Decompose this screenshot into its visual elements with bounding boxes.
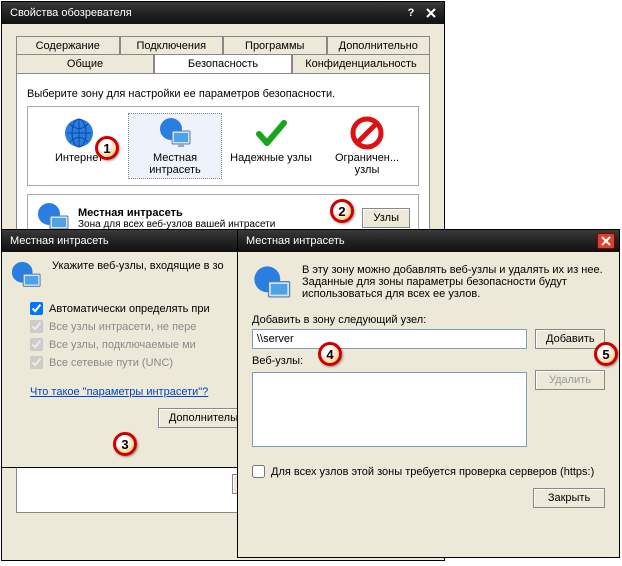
zone-trusted[interactable]: Надежные узлы (224, 113, 318, 179)
sites-list-label: Веб-узлы: (252, 355, 605, 367)
site-input[interactable] (252, 329, 527, 349)
zone-title: Местная интрасеть (78, 207, 354, 219)
close-icon[interactable] (422, 5, 440, 21)
sites-button[interactable]: Узлы (362, 208, 410, 228)
callout-3: 3 (113, 432, 137, 456)
globe-icon (62, 116, 96, 150)
checkmark-icon (254, 116, 288, 150)
callout-4: 4 (318, 342, 342, 366)
callout-5: 5 (594, 342, 618, 366)
window-title: Местная интрасеть (242, 235, 595, 247)
globe-monitor-icon (158, 116, 192, 150)
globe-monitor-icon (10, 260, 42, 292)
zone-restricted[interactable]: Ограничен... узлы (320, 113, 414, 179)
prohibited-icon (350, 116, 384, 150)
zone-select-label: Выберите зону для настройки ее параметро… (27, 88, 419, 100)
tab-connections[interactable]: Подключения (120, 36, 224, 55)
window-title: Свойства обозревателя (6, 7, 400, 19)
help-link[interactable]: Что такое "параметры интрасети"? (30, 386, 208, 398)
tab-content[interactable]: Содержание (16, 36, 120, 55)
tab-programs[interactable]: Программы (223, 36, 327, 55)
callout-2: 2 (330, 199, 354, 223)
zone-local-intranet[interactable]: Местная интрасеть (128, 113, 222, 179)
sites-listbox[interactable] (252, 372, 527, 447)
globe-monitor-icon (252, 264, 292, 304)
tab-general[interactable]: Общие (16, 54, 154, 73)
tab-privacy[interactable]: Конфиденциальность (292, 54, 430, 73)
intro-text: Укажите веб-узлы, входящие в зо (52, 260, 224, 292)
titlebar: Свойства обозревателя ? (2, 2, 444, 24)
remove-button[interactable]: Удалить (535, 370, 605, 390)
intro-text: В эту зону можно добавлять веб-узлы и уд… (302, 264, 605, 304)
close-icon[interactable] (597, 233, 615, 249)
https-required-checkbox[interactable]: Для всех узлов этой зоны требуется прове… (252, 465, 605, 478)
help-icon[interactable]: ? (402, 5, 420, 21)
zone-desc: Зона для всех веб-узлов вашей интрасети (78, 219, 354, 230)
tab-advanced[interactable]: Дополнительно (327, 36, 431, 55)
add-site-dialog: Местная интрасеть В эту зону можно добав… (237, 229, 620, 558)
tab-security[interactable]: Безопасность (154, 54, 292, 73)
zone-list: Интернет Местная интрасеть Надежные узлы… (27, 106, 419, 186)
add-site-label: Добавить в зону следующий узел: (252, 314, 605, 326)
add-button[interactable]: Добавить (535, 329, 605, 349)
callout-1: 1 (95, 136, 119, 160)
close-button[interactable]: Закрыть (533, 488, 605, 508)
titlebar: Местная интрасеть (238, 230, 619, 252)
